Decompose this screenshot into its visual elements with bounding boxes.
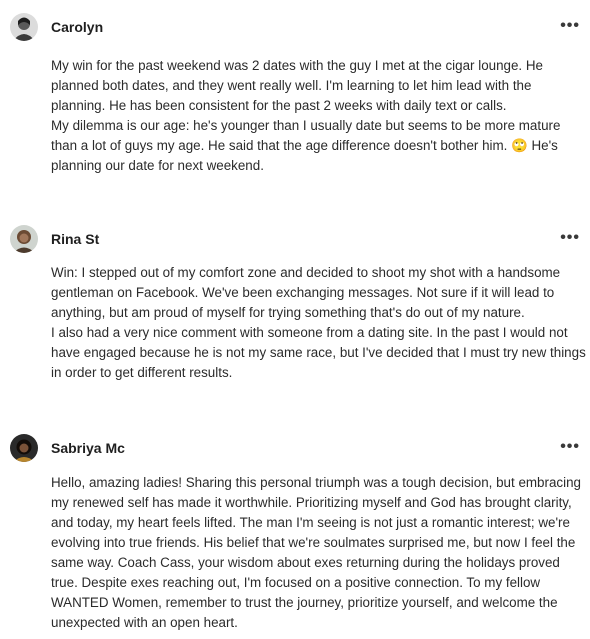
more-options-icon[interactable]: ••• xyxy=(560,439,580,455)
post-paragraph: Hello, amazing ladies! Sharing this pers… xyxy=(51,475,581,630)
post-sabriya: Sabriya Mc ••• Hello, amazing ladies! Sh… xyxy=(0,428,590,630)
post-rina: Rina St ••• Win: I stepped out of my com… xyxy=(0,219,590,380)
more-options-icon[interactable]: ••• xyxy=(560,230,580,246)
avatar[interactable] xyxy=(10,225,38,253)
author-name[interactable]: Sabriya Mc xyxy=(51,440,125,456)
post-paragraph: My dilemma is our age: he's younger than… xyxy=(51,118,561,173)
more-options-icon[interactable]: ••• xyxy=(560,18,580,34)
post-carolyn: Carolyn ••• My win for the past weekend … xyxy=(0,7,590,173)
avatar[interactable] xyxy=(10,13,38,41)
author-name[interactable]: Carolyn xyxy=(51,19,103,35)
post-paragraph: My win for the past weekend was 2 dates … xyxy=(51,58,543,113)
post-paragraph: Win: I stepped out of my comfort zone an… xyxy=(51,265,561,320)
avatar[interactable] xyxy=(10,434,38,462)
post-header: Carolyn ••• xyxy=(0,7,590,47)
post-body: Win: I stepped out of my comfort zone an… xyxy=(51,263,586,383)
post-body: Hello, amazing ladies! Sharing this pers… xyxy=(51,473,586,633)
post-body: My win for the past weekend was 2 dates … xyxy=(51,56,586,176)
author-name[interactable]: Rina St xyxy=(51,231,99,247)
post-header: Sabriya Mc ••• xyxy=(0,428,590,468)
post-header: Rina St ••• xyxy=(0,219,590,259)
post-paragraph: I also had a very nice comment with some… xyxy=(51,325,586,380)
